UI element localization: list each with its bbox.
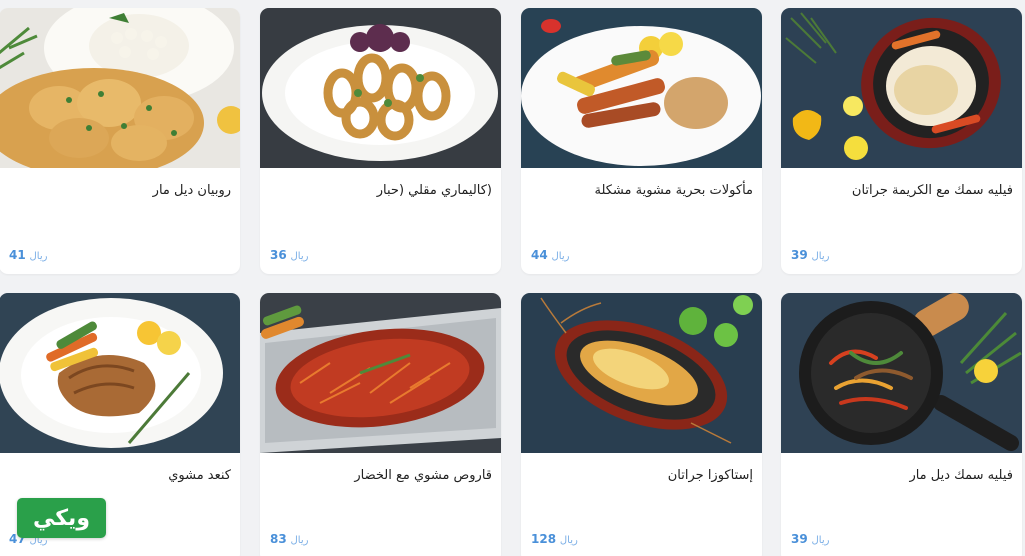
- dish-price: 128 ريال: [531, 532, 580, 546]
- dish-name: مأكولات بحرية مشوية مشكلة: [594, 183, 753, 198]
- dish-photo-lobster: [521, 293, 762, 453]
- dish-name: روبيان ديل مار: [152, 183, 231, 198]
- currency-label: ريال: [559, 535, 578, 546]
- dish-price: 36 ريال: [270, 248, 310, 262]
- menu-item-card[interactable]: مأكولات بحرية مشوية مشكلة 44 ريال: [521, 8, 762, 274]
- currency-label: ريال: [811, 535, 830, 546]
- dish-price: 39 ريال: [791, 248, 831, 262]
- dish-photo-sea-bass: [260, 293, 501, 453]
- menu-item-card[interactable]: فيليه سمك مع الكريمة جراتان 39 ريال: [781, 8, 1022, 274]
- dish-price: 41 ريال: [9, 248, 49, 262]
- price-amount: 39: [791, 532, 808, 546]
- price-amount: 36: [270, 248, 287, 262]
- dish-price: 83 ريال: [270, 532, 310, 546]
- menu-item-card[interactable]: فيليه سمك ديل مار 39 ريال: [781, 293, 1022, 556]
- price-amount: 44: [531, 248, 548, 262]
- menu-item-card[interactable]: إستاكوزا جراتان 128 ريال: [521, 293, 762, 556]
- dish-name: قاروص مشوي مع الخضار: [354, 468, 492, 483]
- dish-photo-shrimp: [0, 8, 240, 168]
- menu-item-card[interactable]: (كاليماري مقلي (حبار 36 ريال: [260, 8, 501, 274]
- dish-name: فيليه سمك ديل مار: [909, 468, 1013, 483]
- dish-photo-fish-gratin: [781, 8, 1022, 168]
- dish-name: (كاليماري مقلي (حبار: [376, 183, 492, 198]
- wiki-logo: ويكي: [17, 498, 106, 538]
- currency-label: ريال: [29, 251, 48, 262]
- price-amount: 128: [531, 532, 557, 546]
- menu-grid: روبيان ديل مار 41 ريال (كاليماري مقلي (ح…: [0, 0, 1025, 556]
- dish-name: كنعد مشوي: [168, 468, 231, 483]
- menu-item-card[interactable]: روبيان ديل مار 41 ريال: [0, 8, 240, 274]
- menu-item-card[interactable]: قاروص مشوي مع الخضار 83 ريال: [260, 293, 501, 556]
- dish-photo-kingfish: [0, 293, 240, 453]
- price-amount: 41: [9, 248, 26, 262]
- currency-label: ريال: [811, 251, 830, 262]
- dish-name: فيليه سمك مع الكريمة جراتان: [851, 183, 1013, 198]
- dish-photo-calamari: [260, 8, 501, 168]
- dish-name: إستاكوزا جراتان: [667, 468, 753, 483]
- dish-photo-mixed-grill: [521, 8, 762, 168]
- currency-label: ريال: [551, 251, 570, 262]
- dish-price: 44 ريال: [531, 248, 571, 262]
- currency-label: ريال: [290, 251, 309, 262]
- price-amount: 83: [270, 532, 287, 546]
- currency-label: ريال: [290, 535, 309, 546]
- dish-price: 39 ريال: [791, 532, 831, 546]
- price-amount: 39: [791, 248, 808, 262]
- dish-photo-fish-fillet-skillet: [781, 293, 1022, 453]
